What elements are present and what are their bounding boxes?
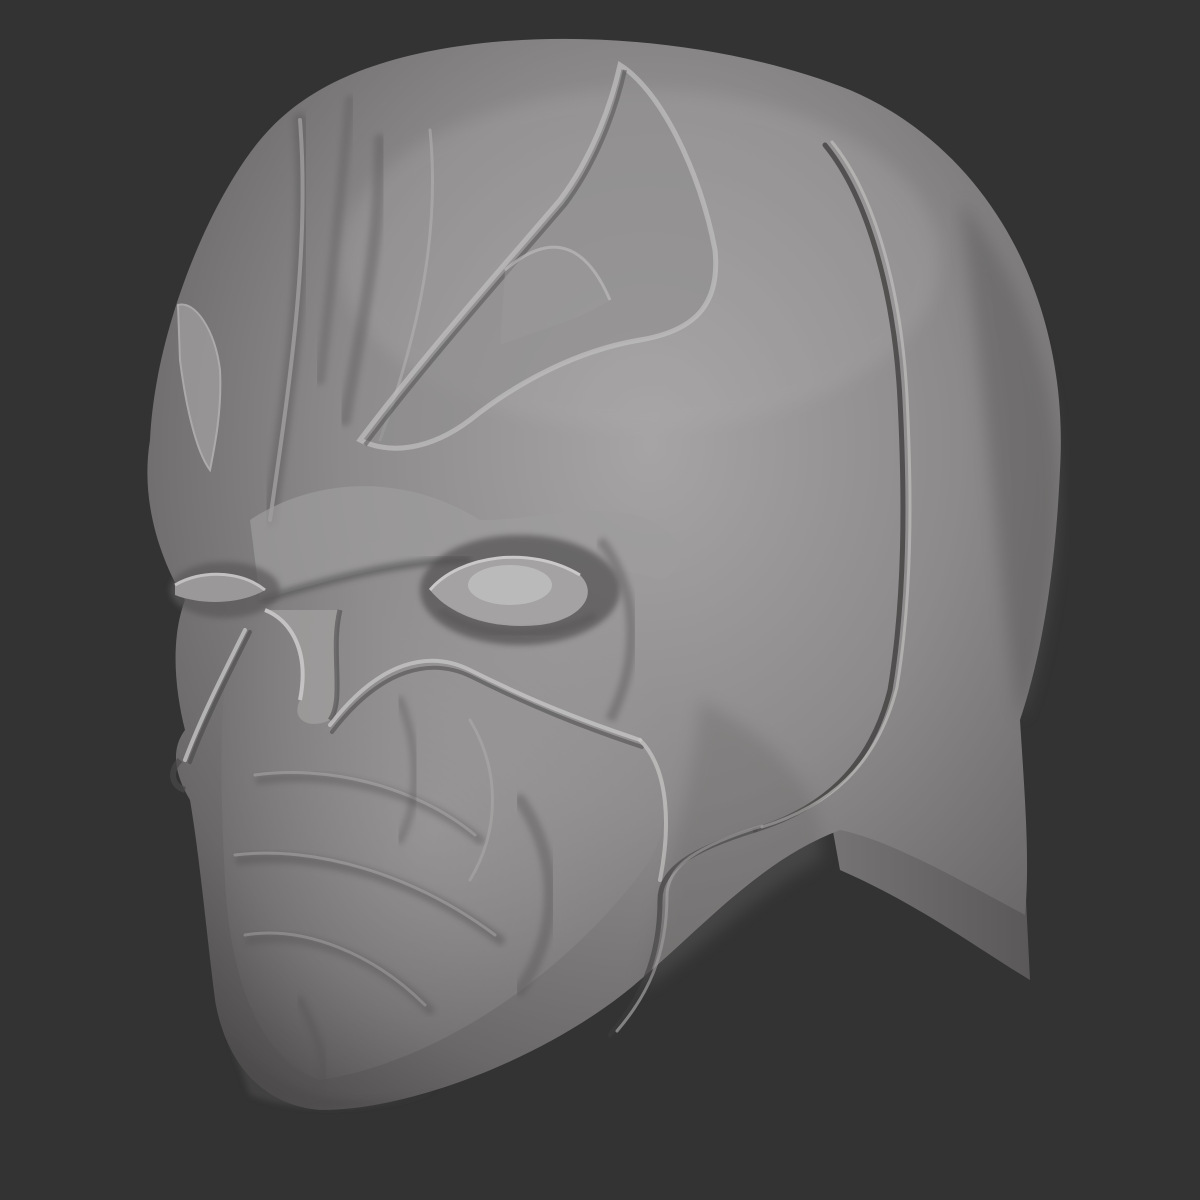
left-eye	[170, 562, 280, 618]
sculpt-viewport[interactable]	[0, 0, 1200, 1200]
sculpt-canvas[interactable]	[0, 0, 1200, 1200]
